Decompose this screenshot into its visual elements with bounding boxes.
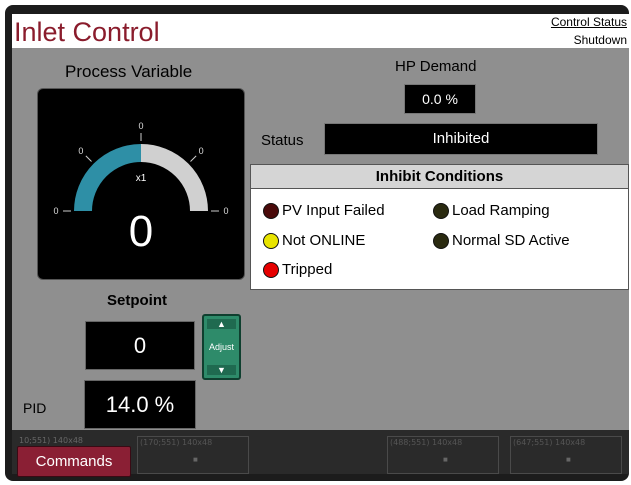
footer-slot-dot: ■	[193, 455, 198, 464]
indicator-led-icon	[263, 261, 279, 278]
gauge-tick-label: 0	[78, 146, 83, 156]
footer-slot[interactable]: (170;551) 140x48 ■	[137, 436, 249, 474]
commands-slot-label: 10;551) 140x48	[19, 436, 83, 445]
condition-label: Not ONLINE	[282, 232, 366, 249]
pid-value: 14.0 %	[84, 380, 196, 429]
condition-label: Load Ramping	[452, 202, 550, 219]
footer-slot-label: (170;551) 140x48	[140, 438, 213, 447]
gauge-tick-label: 0	[199, 146, 204, 156]
setpoint-value[interactable]: 0	[85, 321, 195, 370]
gauge-multiplier: x1	[136, 173, 147, 184]
indicator-led-icon	[263, 202, 279, 219]
gauge-tick-label: 0	[138, 121, 143, 131]
status-value: Inhibited	[324, 123, 598, 155]
header-bar: Inlet Control Control Status Shutdown	[12, 14, 629, 48]
status-label: Status	[261, 132, 304, 149]
control-status-value: Shutdown	[573, 33, 627, 47]
indicator-led-icon	[263, 232, 279, 249]
condition-tripped: Tripped	[263, 261, 332, 278]
indicator-led-icon	[433, 202, 449, 219]
indicator-led-icon	[433, 232, 449, 249]
process-variable-gauge: 00000 x1	[53, 121, 228, 216]
footer-slot[interactable]: (647;551) 140x48 ■	[510, 436, 622, 474]
gauge-tick-mark	[190, 155, 197, 162]
adjust-up-arrow-icon[interactable]: ▲	[207, 319, 236, 329]
process-variable-value: 0	[128, 207, 154, 256]
adjust-label: Adjust	[208, 342, 234, 352]
control-status-link[interactable]: Control Status	[551, 15, 627, 29]
main-panel: Process Variable 00000 x1 0 HP Demand 0.…	[12, 48, 629, 430]
condition-not-online: Not ONLINE	[263, 232, 365, 249]
condition-label: PV Input Failed	[282, 202, 385, 219]
footer-slot-dot: ■	[566, 455, 571, 464]
footer-slot-dot: ■	[443, 455, 448, 464]
setpoint-adjust-button[interactable]: ▲ Adjust ▼	[202, 314, 241, 380]
condition-pv-input-failed: PV Input Failed	[263, 202, 385, 219]
adjust-down-arrow-icon[interactable]: ▼	[207, 365, 236, 375]
condition-label: Tripped	[282, 261, 333, 278]
process-variable-title: Process Variable	[65, 62, 193, 81]
gauge-arc-track	[140, 144, 208, 212]
footer-slot[interactable]: (488;551) 140x48 ■	[387, 436, 499, 474]
hp-demand-value: 0.0 %	[404, 84, 476, 114]
gauge-tick-mark	[85, 155, 92, 162]
pid-label: PID	[23, 400, 47, 416]
gauge-arc-fill	[74, 144, 142, 212]
page-title: Inlet Control	[14, 17, 160, 47]
condition-label: Normal SD Active	[452, 232, 570, 249]
footer-slot-label: (488;551) 140x48	[390, 438, 463, 447]
hp-demand-label: HP Demand	[395, 58, 477, 75]
inhibit-conditions-title: Inhibit Conditions	[251, 165, 628, 189]
setpoint-label: Setpoint	[107, 292, 167, 309]
inhibit-conditions-panel: Inhibit Conditions PV Input Failed Load …	[250, 164, 629, 290]
condition-load-ramping: Load Ramping	[433, 202, 550, 219]
condition-normal-sd-active: Normal SD Active	[433, 232, 570, 249]
footer-slot-label: (647;551) 140x48	[513, 438, 586, 447]
commands-button[interactable]: Commands	[17, 446, 131, 477]
process-variable-gauge-panel: 00000 x1 0	[37, 88, 245, 280]
